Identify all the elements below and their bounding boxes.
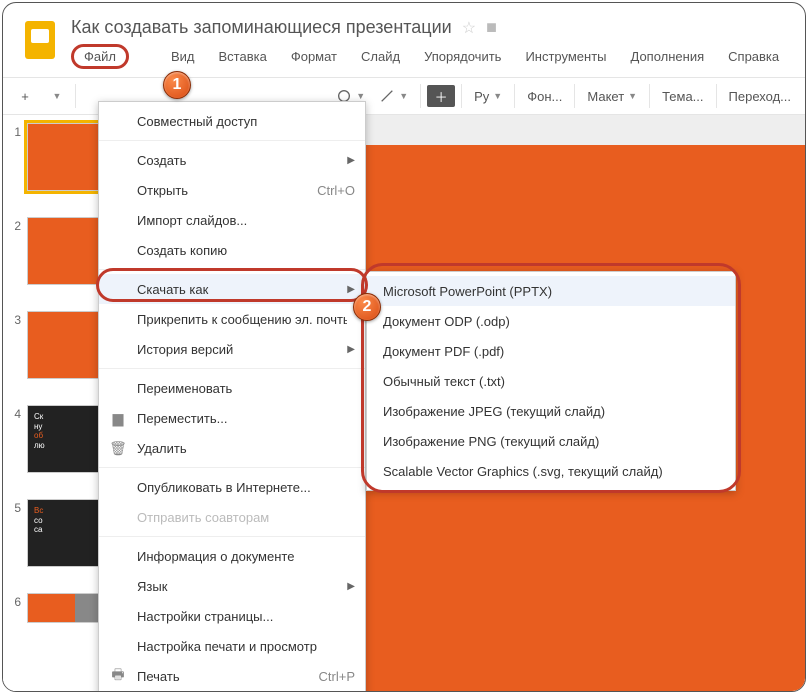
menu-move[interactable]: ▆Переместить...	[99, 403, 365, 433]
menu-send-coauthors: Отправить соавторам	[99, 502, 365, 532]
menubar: Файл Вид Вставка Формат Слайд Упорядочит…	[71, 40, 805, 75]
file-dropdown-menu: Совместный доступ Создать▶ ОткрытьCtrl+O…	[98, 101, 366, 692]
doc-title[interactable]: Как создавать запоминающиеся презентации	[71, 17, 452, 38]
comment-icon[interactable]: ＋	[427, 85, 455, 107]
menu-language[interactable]: Язык▶	[99, 571, 365, 601]
menu-version-history[interactable]: История версий▶	[99, 334, 365, 364]
layout-button[interactable]: Макет▼	[581, 82, 643, 110]
star-icon[interactable]: ☆	[462, 18, 476, 38]
download-txt[interactable]: Обычный текст (.txt)	[367, 366, 735, 396]
download-submenu: Microsoft PowerPoint (PPTX) Документ ODP…	[366, 271, 736, 491]
theme-button[interactable]: Тема...	[656, 82, 709, 110]
menu-page-setup[interactable]: Настройки страницы...	[99, 601, 365, 631]
transition-button[interactable]: Переход...	[723, 82, 797, 110]
annotation-badge-1: 1	[163, 71, 191, 99]
menu-new[interactable]: Создать▶	[99, 145, 365, 175]
menu-view[interactable]: Вид	[165, 45, 201, 68]
background-button[interactable]: Фон...	[521, 82, 568, 110]
menu-insert[interactable]: Вставка	[213, 45, 273, 68]
print-icon: 🖶	[109, 664, 127, 688]
menu-doc-info[interactable]: Информация о документе	[99, 541, 365, 571]
menu-share[interactable]: Совместный доступ	[99, 106, 365, 136]
menu-tools[interactable]: Инструменты	[519, 45, 612, 68]
menu-arrange[interactable]: Упорядочить	[418, 45, 507, 68]
menu-rename[interactable]: Переименовать	[99, 373, 365, 403]
menu-open[interactable]: ОткрытьCtrl+O	[99, 175, 365, 205]
annotation-badge-2: 2	[353, 293, 381, 321]
download-pptx[interactable]: Microsoft PowerPoint (PPTX)	[367, 276, 735, 306]
folder-icon[interactable]: ■	[486, 17, 497, 38]
menu-print[interactable]: 🖶ПечатьCtrl+P	[99, 661, 365, 691]
trash-icon: 🗑	[109, 440, 127, 457]
download-svg[interactable]: Scalable Vector Graphics (.svg, текущий …	[367, 456, 735, 486]
menu-download-as[interactable]: Скачать как▶	[99, 274, 365, 304]
menu-publish[interactable]: Опубликовать в Интернете...	[99, 472, 365, 502]
input-tool-button[interactable]: Ру▼	[468, 82, 508, 110]
new-slide-button[interactable]: +	[11, 82, 39, 110]
menu-import[interactable]: Импорт слайдов...	[99, 205, 365, 235]
folder-icon: ▆	[109, 410, 127, 427]
new-slide-dropdown[interactable]: ▼	[41, 82, 69, 110]
menu-print-preview[interactable]: Настройка печати и просмотр	[99, 631, 365, 661]
line-icon[interactable]: ▼	[373, 82, 414, 110]
download-jpeg[interactable]: Изображение JPEG (текущий слайд)	[367, 396, 735, 426]
menu-help[interactable]: Справка	[722, 45, 785, 68]
download-odp[interactable]: Документ ODP (.odp)	[367, 306, 735, 336]
menu-addons[interactable]: Дополнения	[625, 45, 711, 68]
menu-slide[interactable]: Слайд	[355, 45, 406, 68]
header: Как создавать запоминающиеся презентации…	[3, 3, 805, 77]
menu-format[interactable]: Формат	[285, 45, 343, 68]
menu-email-attach[interactable]: Прикрепить к сообщению эл. почты	[99, 304, 365, 334]
menu-delete[interactable]: 🗑Удалить	[99, 433, 365, 463]
download-png[interactable]: Изображение PNG (текущий слайд)	[367, 426, 735, 456]
download-pdf[interactable]: Документ PDF (.pdf)	[367, 336, 735, 366]
menu-make-copy[interactable]: Создать копию	[99, 235, 365, 265]
app-slides-icon[interactable]	[17, 17, 63, 63]
menu-file[interactable]: Файл	[71, 44, 129, 69]
